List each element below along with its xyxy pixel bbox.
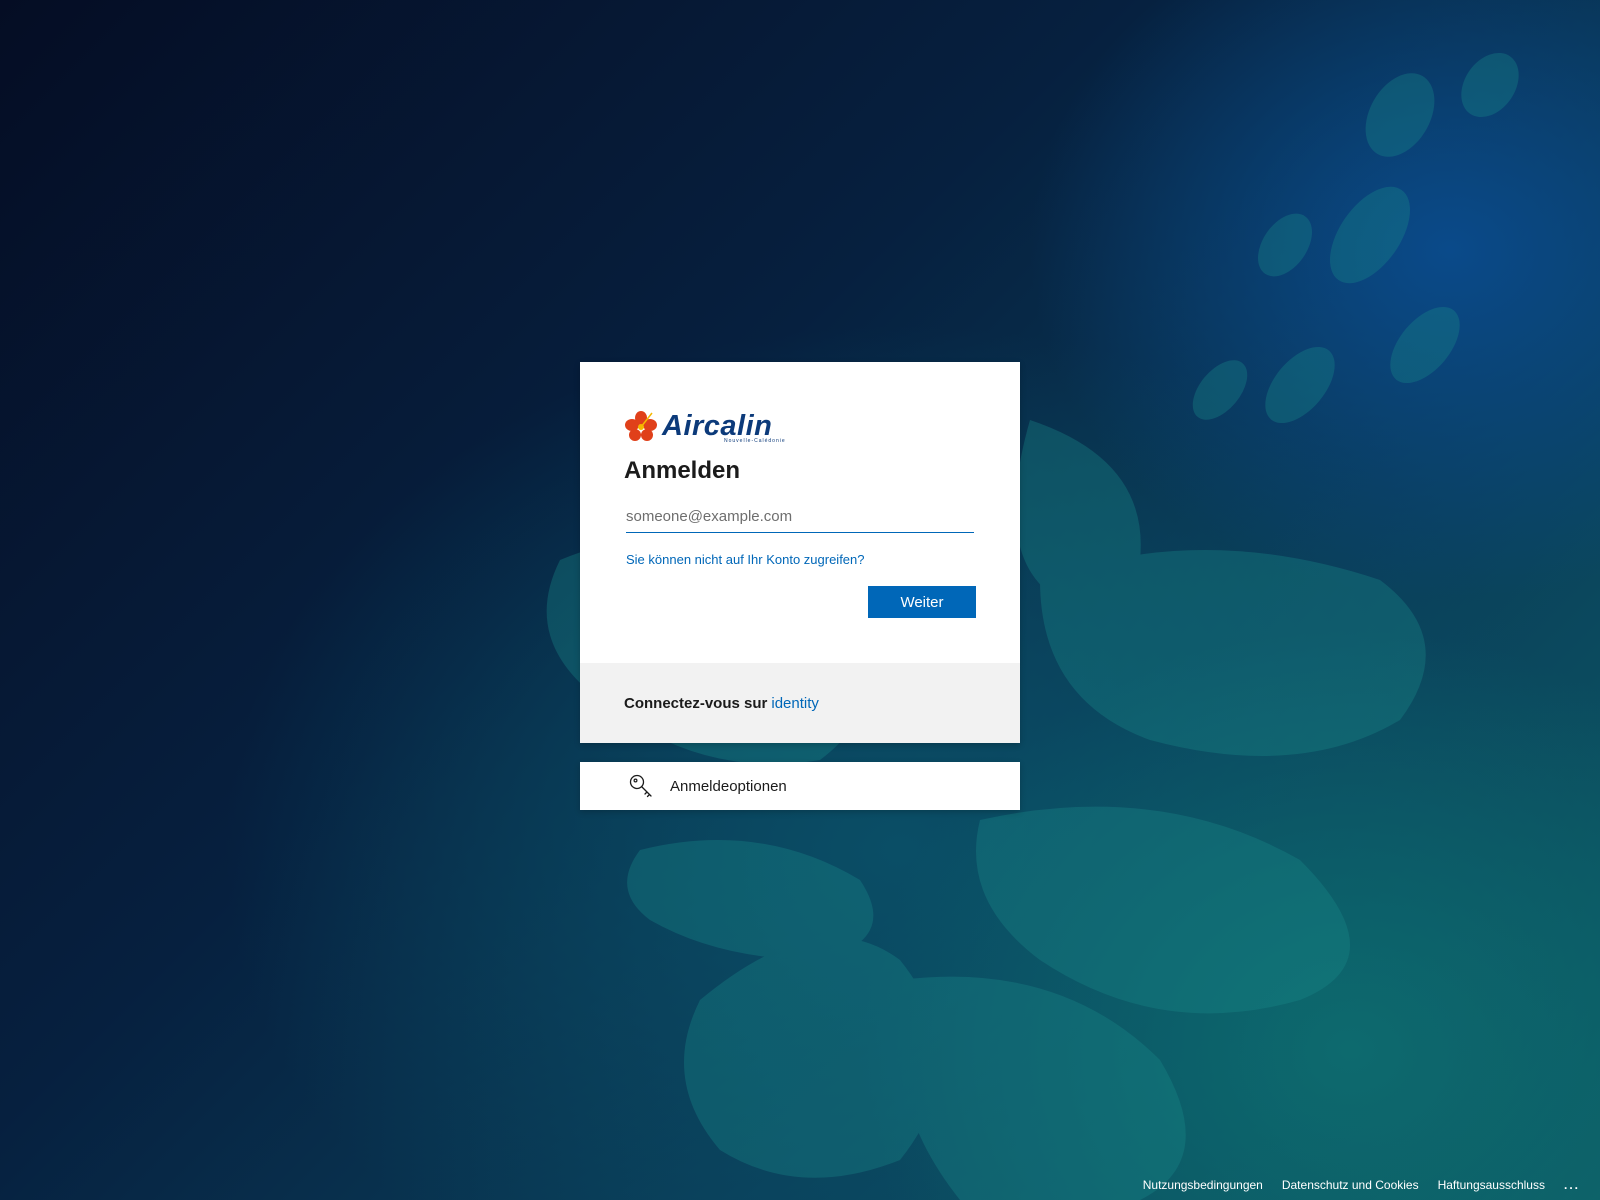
page-footer: Nutzungsbedingungen Datenschutz und Cook…: [1124, 1178, 1580, 1192]
signin-card: Aircalin Nouvelle-Calédonie Anmelden Sie…: [580, 362, 1020, 743]
disclaimer-link[interactable]: Haftungsausschluss: [1438, 1178, 1545, 1192]
signin-options-button[interactable]: Anmeldeoptionen: [580, 762, 1020, 810]
page-title: Anmelden: [624, 457, 741, 484]
brand-subtitle: Nouvelle-Calédonie: [724, 438, 786, 444]
key-icon: [629, 774, 652, 798]
signin-card-body: Aircalin Nouvelle-Calédonie Anmelden Sie…: [580, 362, 1020, 663]
terms-link[interactable]: Nutzungsbedingungen: [1143, 1178, 1263, 1192]
privacy-link[interactable]: Datenschutz und Cookies: [1282, 1178, 1419, 1192]
next-button[interactable]: Weiter: [868, 586, 976, 618]
aircalin-logo: Aircalin Nouvelle-Calédonie: [624, 406, 794, 446]
more-options-button[interactable]: ...: [1564, 1178, 1580, 1192]
footer-prefix-text: Connectez-vous sur: [624, 694, 768, 712]
cant-access-account-link[interactable]: Sie können nicht auf Ihr Konto zugreifen…: [626, 552, 865, 567]
card-footer: Connectez-vous sur identity: [580, 663, 1020, 743]
hibiscus-logo-icon: [625, 411, 657, 441]
email-field[interactable]: [626, 500, 974, 533]
identity-link[interactable]: identity: [771, 695, 819, 712]
signin-options-label: Anmeldeoptionen: [670, 777, 787, 795]
